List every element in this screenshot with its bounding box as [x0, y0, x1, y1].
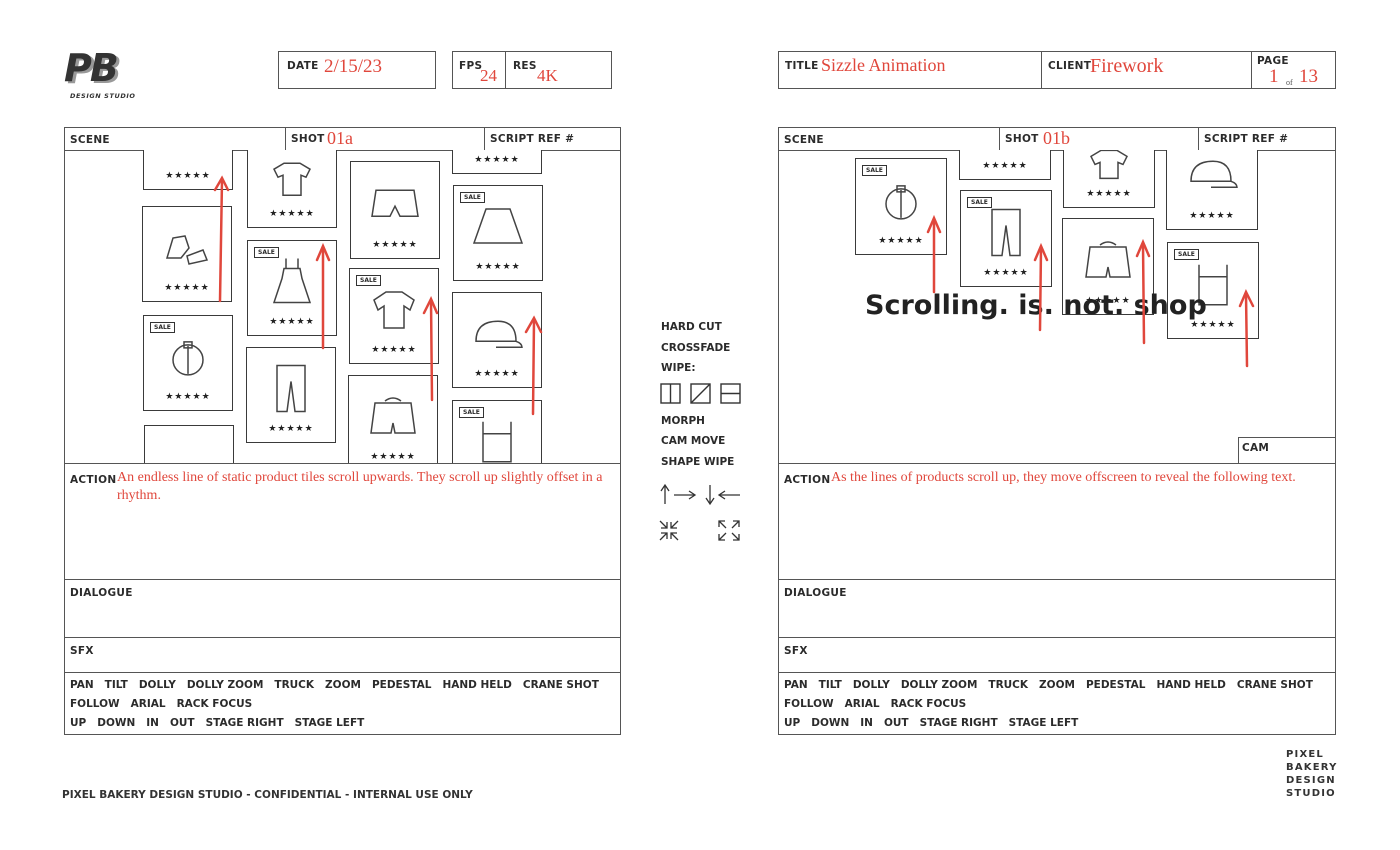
shot-value: 01a: [327, 128, 353, 148]
action-label: ACTION: [784, 474, 831, 486]
res-label: RES: [513, 60, 537, 72]
studio-stamp: PIXEL BAKERY DESIGN STUDIO: [1286, 748, 1338, 800]
camera-moves-row1: PAN TILT DOLLY DOLLY ZOOM TRUCK ZOOM PEDESTAL H…: [70, 679, 599, 691]
transition-cam-move: CAM MOVE: [661, 435, 726, 447]
title-client-page-box: TITLE Sizzle Animation CLIENT Firework P…: [778, 51, 1336, 89]
logo-mark: PB: [64, 46, 119, 90]
studio-line: BAKERY: [1286, 762, 1338, 773]
logo-subtitle: DESIGN STUDIO: [70, 92, 136, 100]
camera-moves-row3: UP DOWN IN OUT STAGE RIGHT STAGE LEFT: [70, 717, 365, 729]
date-label: DATE: [287, 60, 319, 72]
action-text: An endless line of static product tiles …: [117, 470, 603, 503]
date-box: DATE 2/15/23: [278, 51, 436, 89]
camera-moves-row1: PAN TILT DOLLY DOLLY ZOOM TRUCK ZOOM PEDESTAL H…: [784, 679, 1313, 691]
cam-box: CAM: [1238, 437, 1335, 463]
res-value: 4K: [537, 66, 558, 85]
frame-sketch-left: ★★★★★ ★★★★★ SALE ★★★★★ ★★★★★ SALE ★★★★★ …: [65, 150, 620, 463]
camera-moves-row3: UP DOWN IN OUT STAGE RIGHT STAGE LEFT: [784, 717, 1079, 729]
studio-line: STUDIO: [1286, 788, 1336, 799]
date-value: 2/15/23: [324, 56, 383, 77]
logo: PB DESIGN STUDIO: [64, 46, 144, 102]
transition-wipe: WIPE:: [661, 362, 696, 374]
action-text: As the lines of products scroll up, they…: [831, 470, 1296, 485]
sfx-label: SFX: [784, 645, 808, 657]
dialogue-label: DIALOGUE: [784, 587, 847, 599]
title-value: Sizzle Animation: [821, 55, 946, 75]
transition-morph: MORPH: [661, 415, 705, 427]
transition-hard-cut: HARD CUT: [661, 321, 722, 333]
wipe-icons: [660, 383, 741, 404]
page-of: of: [1286, 78, 1293, 87]
client-value: Firework: [1090, 55, 1164, 77]
studio-line: PIXEL: [1286, 749, 1324, 760]
panel-right: SCENE SHOT 01b SCRIPT REF # SALE ★★★★★ ★…: [778, 127, 1336, 735]
client-label: CLIENT: [1048, 60, 1092, 72]
camera-moves-row2: FOLLOW ARIAL RACK FOCUS: [784, 698, 967, 710]
script-ref-label: SCRIPT REF #: [490, 133, 575, 145]
scene-label: SCENE: [70, 134, 110, 146]
panel-left: SCENE SHOT 01a SCRIPT REF # ★★★★★ ★★★★★ …: [64, 127, 621, 735]
camera-moves-row2: FOLLOW ARIAL RACK FOCUS: [70, 698, 253, 710]
page-current: 1: [1269, 66, 1279, 87]
action-label: ACTION: [70, 474, 117, 486]
transition-crossfade: CROSSFADE: [661, 342, 731, 354]
page-total: 13: [1299, 66, 1318, 87]
cam-label: CAM: [1242, 442, 1270, 454]
shot-value: 01b: [1043, 128, 1070, 148]
scene-label: SCENE: [784, 134, 824, 146]
sfx-label: SFX: [70, 645, 94, 657]
direction-arrows-icon: [659, 483, 740, 541]
studio-line: DESIGN: [1286, 775, 1336, 786]
dialogue-label: DIALOGUE: [70, 587, 133, 599]
fps-value: 24: [480, 66, 497, 85]
motion-arrows: [926, 214, 1255, 368]
transition-shape-wipe: SHAPE WIPE: [661, 456, 735, 468]
confidential-footer: PIXEL BAKERY DESIGN STUDIO - CONFIDENTIA…: [62, 789, 473, 801]
fps-res-box: FPS 24 RES 4K: [452, 51, 612, 89]
title-label: TITLE: [785, 60, 819, 72]
script-ref-label: SCRIPT REF #: [1204, 133, 1289, 145]
frame-sketch-right: SALE ★★★★★ ★★★★★ SALE ★★★★★ ★★★★★ ★★★★★ …: [779, 150, 1335, 463]
motion-arrows: [213, 175, 543, 416]
shot-label: SHOT: [1005, 133, 1039, 145]
shot-label: SHOT: [291, 133, 325, 145]
fps-label: FPS: [459, 60, 483, 72]
